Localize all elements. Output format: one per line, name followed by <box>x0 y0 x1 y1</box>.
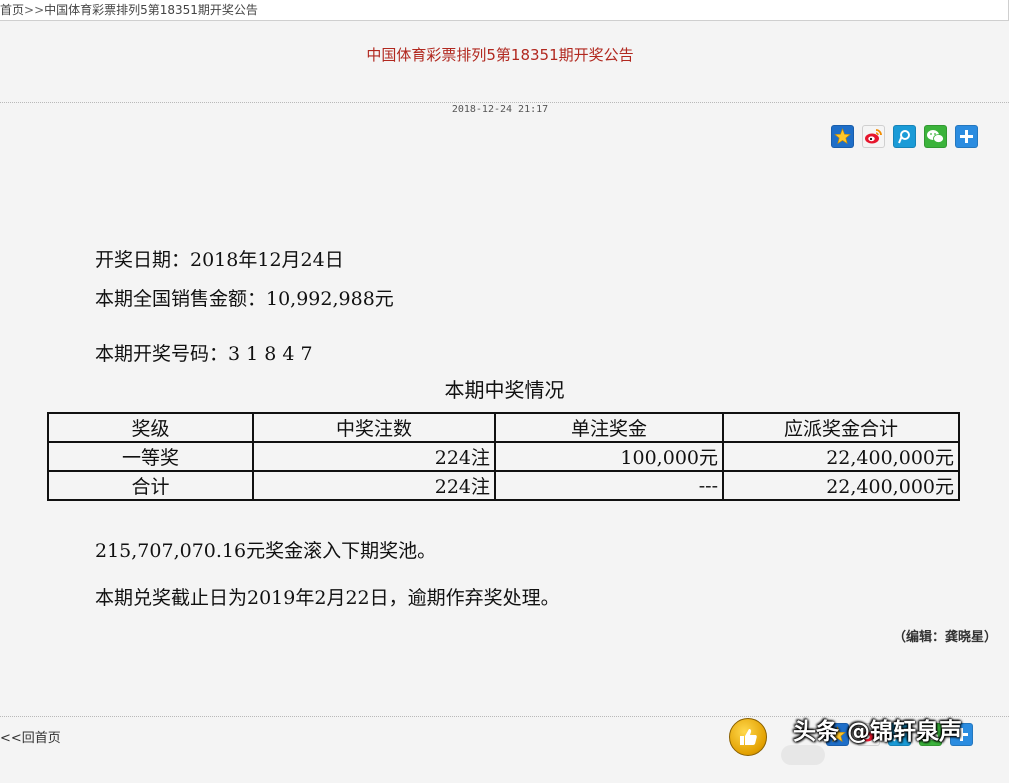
table-cell: 合计 <box>47 470 254 501</box>
table-cell: 224注 <box>252 441 496 472</box>
column-header: 奖级 <box>47 412 254 443</box>
table-cell: 22,400,000元 <box>722 441 960 472</box>
table-row: 一等奖 224注 100,000元 22,400,000元 <box>47 441 960 472</box>
table-cell: 224注 <box>252 470 496 501</box>
rollover-note: 215,707,070.16元奖金滚入下期奖池。 <box>95 540 437 562</box>
page-title: 中国体育彩票排列5第18351期开奖公告 <box>366 46 634 64</box>
more-share-icon[interactable] <box>955 125 978 148</box>
prize-section-title: 本期中奖情况 <box>444 378 565 402</box>
breadcrumb-home-link[interactable]: 首页 <box>0 3 24 17</box>
back-home-link[interactable]: <<回首页 <box>0 727 61 746</box>
like-button[interactable] <box>729 718 767 756</box>
column-header: 应派奖金合计 <box>722 412 960 443</box>
share-toolbar <box>831 125 978 148</box>
table-cell: 22,400,000元 <box>722 470 960 501</box>
table-cell: --- <box>494 470 724 501</box>
breadcrumb-current-link[interactable]: 中国体育彩票排列5第18351期开奖公告 <box>44 3 258 17</box>
table-row: 合计 224注 --- 22,400,000元 <box>47 470 960 501</box>
title-divider <box>0 102 1009 103</box>
table-cell: 一等奖 <box>47 441 254 472</box>
qzone-icon[interactable] <box>831 125 854 148</box>
table-header-row: 奖级 中奖注数 单注奖金 应派奖金合计 <box>47 412 960 443</box>
table-cell: 100,000元 <box>494 441 724 472</box>
tencent-weibo-icon[interactable] <box>893 125 916 148</box>
editor-credit: （编辑：龚晓星） <box>892 630 997 645</box>
prize-table: 奖级 中奖注数 单注奖金 应派奖金合计 一等奖 224注 100,000元 22… <box>47 412 960 501</box>
watermark: 头条 @锦轩泉声 <box>793 719 963 745</box>
winning-numbers: 本期开奖号码：3 1 8 4 7 <box>95 343 313 365</box>
column-header: 单注奖金 <box>494 412 724 443</box>
claim-deadline: 本期兑奖截止日为2019年2月22日，逾期作弃奖处理。 <box>95 587 560 609</box>
breadcrumb-trail: 首页>>中国体育彩票排列5第18351期开奖公告 <box>0 1 258 18</box>
breadcrumb: 首页>>中国体育彩票排列5第18351期开奖公告 <box>0 0 1009 21</box>
column-header: 中奖注数 <box>252 412 496 443</box>
wechat-icon[interactable] <box>924 125 947 148</box>
sales-amount: 本期全国销售金额：10,992,988元 <box>95 288 394 310</box>
thumbs-up-icon <box>740 729 757 745</box>
breadcrumb-separator: >> <box>24 3 45 17</box>
draw-date: 开奖日期：2018年12月24日 <box>95 249 344 271</box>
publish-time: 2018-12-24 21:17 <box>451 104 549 115</box>
watermark-chip <box>781 745 825 765</box>
weibo-icon[interactable] <box>862 125 885 148</box>
